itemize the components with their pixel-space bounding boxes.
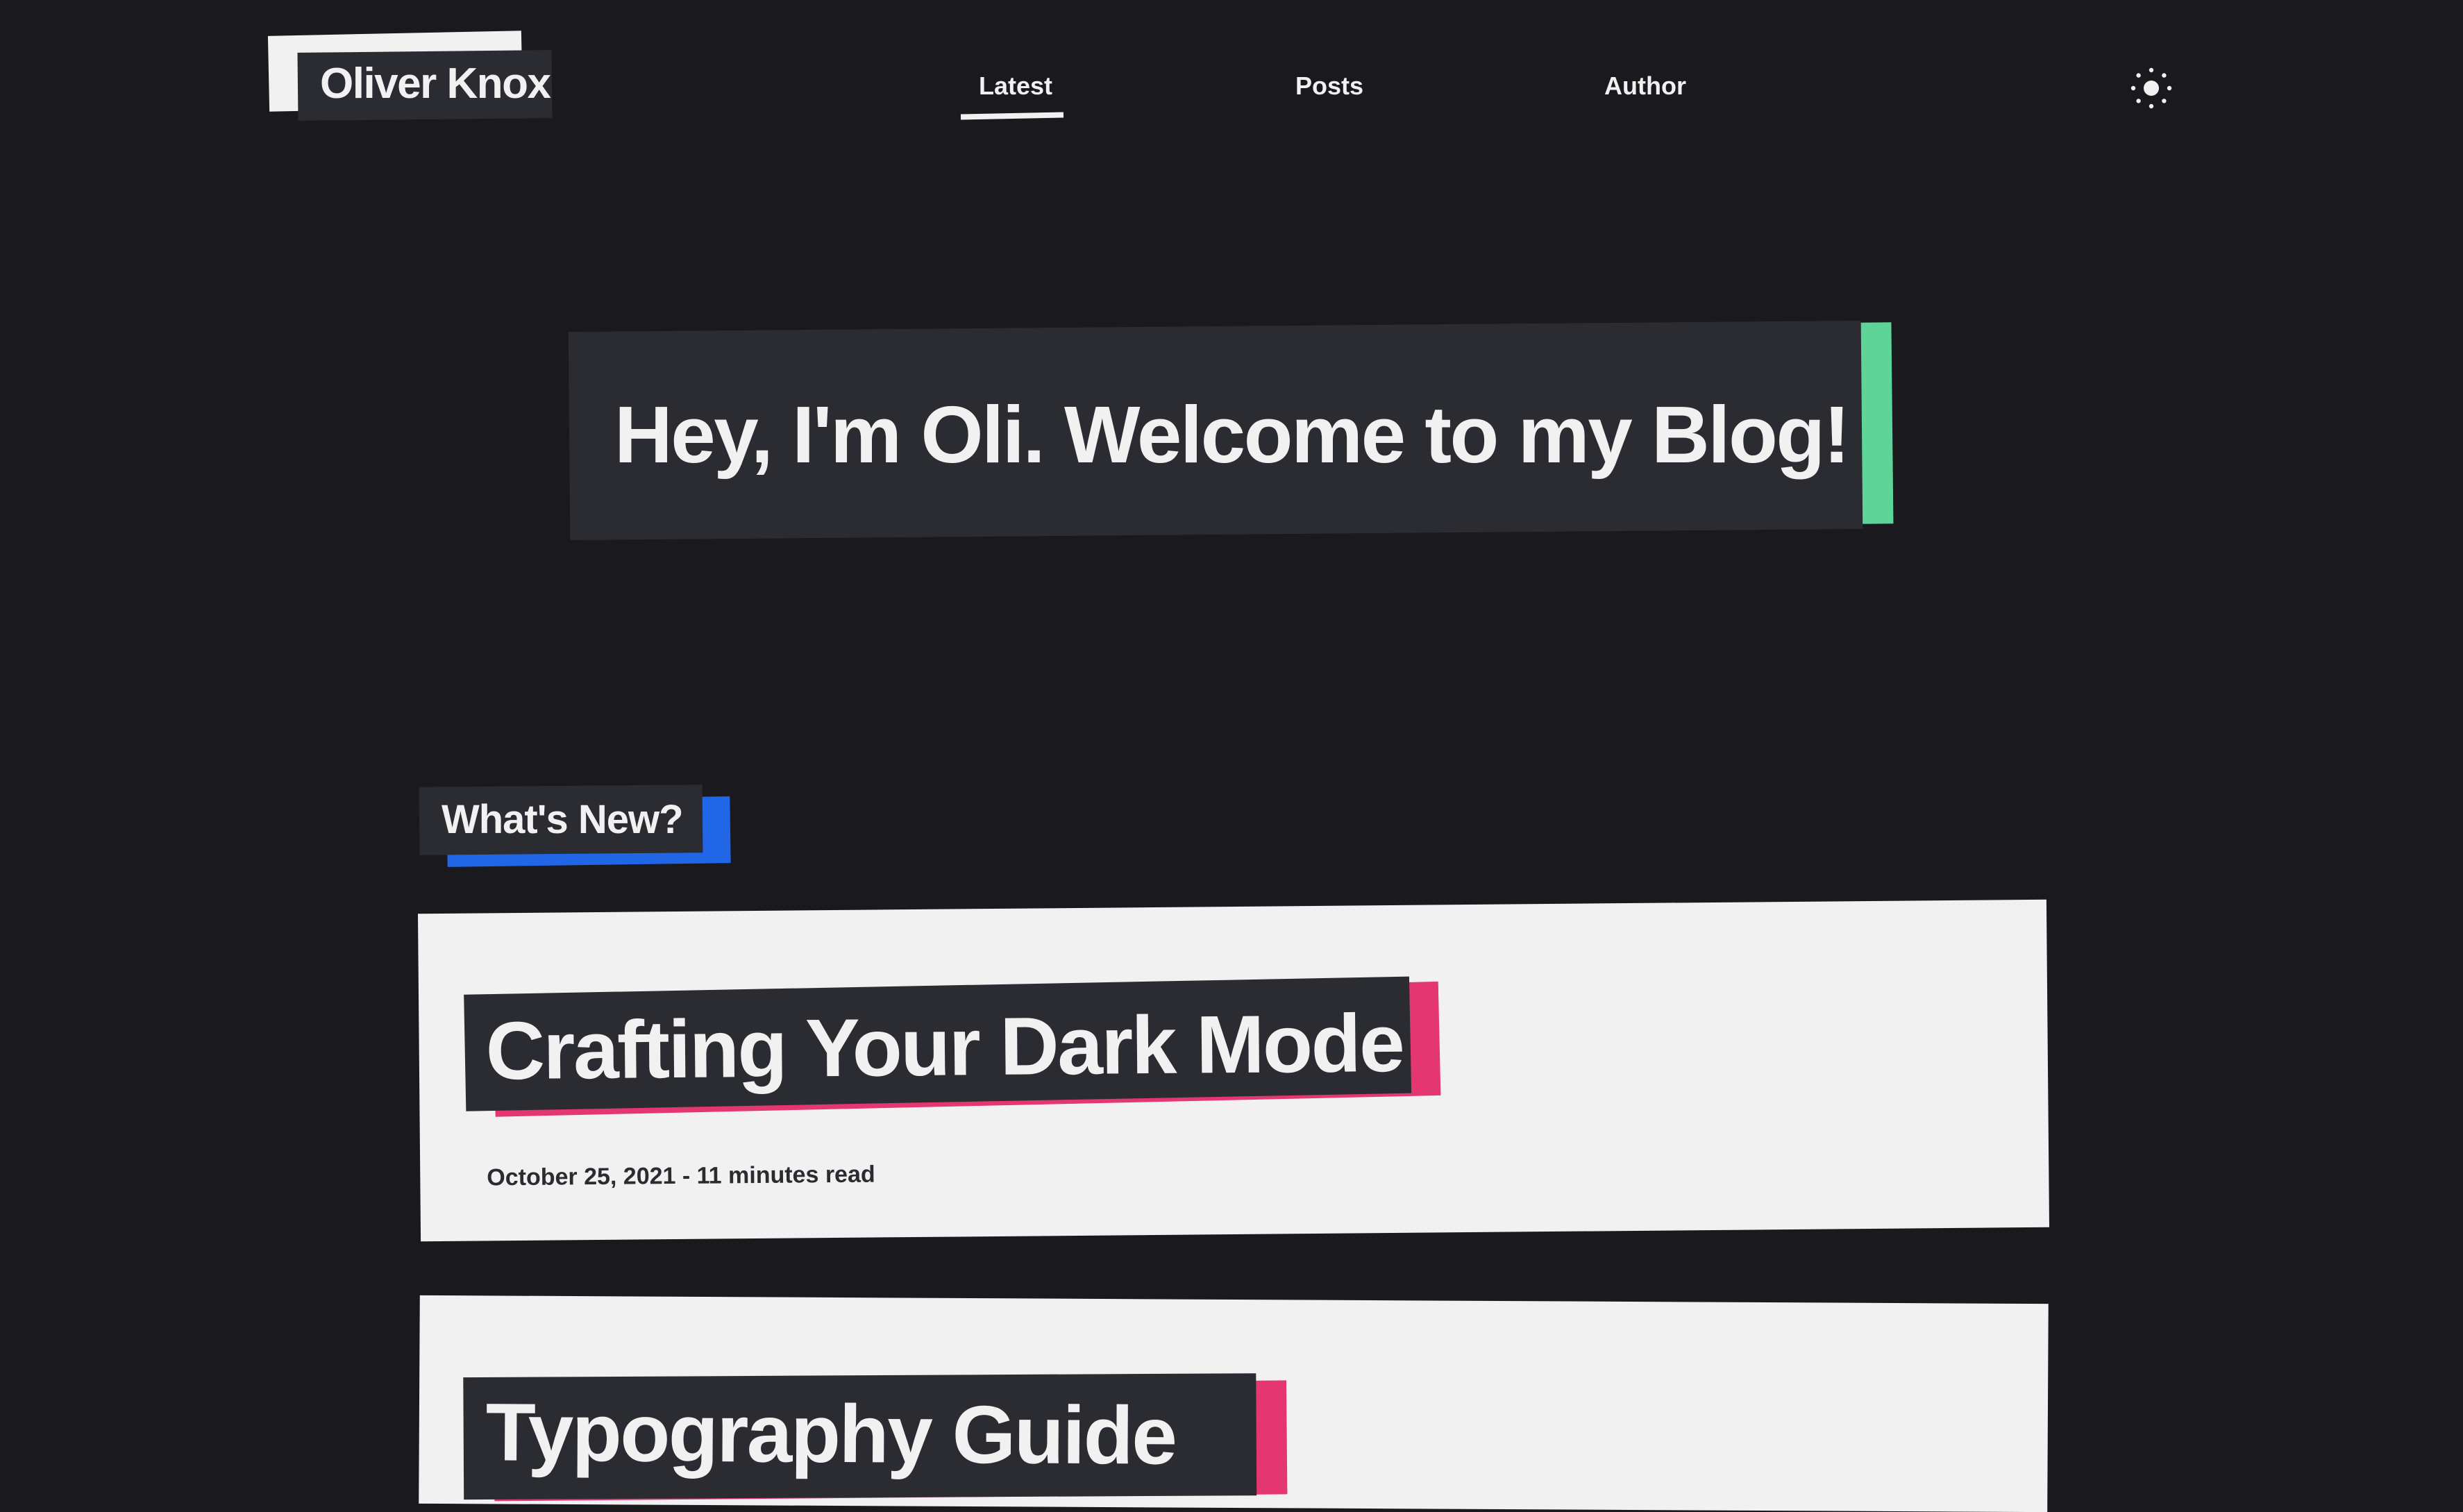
nav-active-underline <box>960 112 1064 120</box>
section-heading: What's New? <box>442 797 684 842</box>
post-title: Crafting Your Dark Mode <box>485 997 1404 1098</box>
nav-link-author[interactable]: Author <box>1604 74 1686 99</box>
logo-link[interactable]: Oliver Knox <box>264 28 569 132</box>
post-card[interactable]: Crafting Your Dark Mode October 25, 2021… <box>417 899 2050 1242</box>
hero-title: Hey, I'm Oli. Welcome to my Blog! <box>614 389 1850 480</box>
sun-icon <box>2130 67 2172 109</box>
site-header: Oliver Knox Latest Posts Author <box>0 0 2463 153</box>
nav-link-posts[interactable]: Posts <box>1295 74 1363 99</box>
post-title: Typography Guide <box>485 1386 1176 1482</box>
nav-link-latest[interactable]: Latest <box>979 74 1052 99</box>
post-card[interactable]: Typography Guide <box>419 1295 2049 1512</box>
post-meta: October 25, 2021 - 11 minutes read <box>487 1161 875 1191</box>
theme-toggle-button[interactable] <box>2127 64 2176 112</box>
logo-text: Oliver Knox <box>320 60 551 108</box>
